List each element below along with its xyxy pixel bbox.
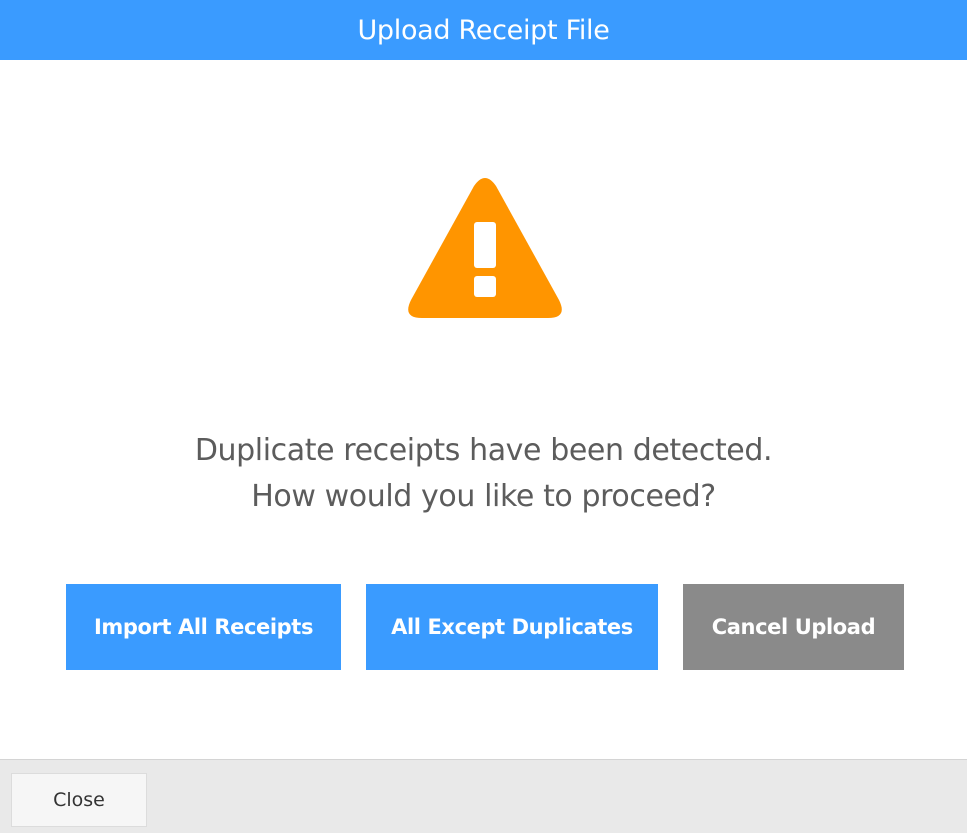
all-except-duplicates-button[interactable]: All Except Duplicates xyxy=(366,584,658,670)
dialog-footer: Close xyxy=(0,759,967,833)
message-line-2: How would you like to proceed? xyxy=(251,479,716,514)
upload-receipt-dialog: Upload Receipt File Duplicate receipts h… xyxy=(0,0,967,833)
duplicate-warning-message: Duplicate receipts have been detected. H… xyxy=(0,428,967,520)
message-line-1: Duplicate receipts have been detected. xyxy=(194,433,773,468)
dialog-title: Upload Receipt File xyxy=(357,14,610,46)
cancel-upload-button[interactable]: Cancel Upload xyxy=(683,584,904,670)
dialog-header: Upload Receipt File xyxy=(0,0,967,60)
warning-icon xyxy=(408,178,562,318)
import-all-receipts-button[interactable]: Import All Receipts xyxy=(66,584,341,670)
close-button[interactable]: Close xyxy=(11,773,147,827)
